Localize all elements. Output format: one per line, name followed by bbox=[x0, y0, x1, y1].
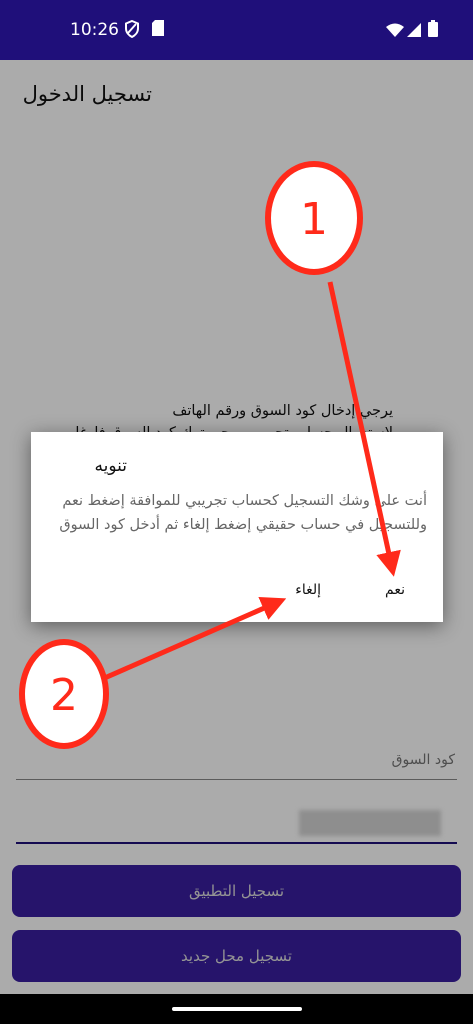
battery-icon bbox=[428, 20, 438, 41]
alert-dialog: تنويه أنت علي وشك التسجيل كحساب تجريبي ل… bbox=[31, 432, 443, 622]
dialog-message: أنت علي وشك التسجيل كحساب تجريبي للموافق… bbox=[59, 493, 427, 533]
confirm-button[interactable]: نعم bbox=[379, 578, 411, 602]
cancel-button[interactable]: إلغاء bbox=[289, 578, 327, 602]
sd-card-icon bbox=[152, 20, 164, 40]
shield-icon bbox=[124, 19, 140, 42]
home-gesture-handle[interactable] bbox=[172, 1007, 302, 1011]
status-bar: 10:26 bbox=[0, 0, 473, 60]
dialog-title: تنويه bbox=[94, 456, 128, 476]
status-time: 10:26 bbox=[70, 20, 119, 40]
navigation-bar bbox=[0, 994, 473, 1024]
signal-icon bbox=[407, 22, 421, 41]
wifi-icon bbox=[386, 22, 404, 41]
